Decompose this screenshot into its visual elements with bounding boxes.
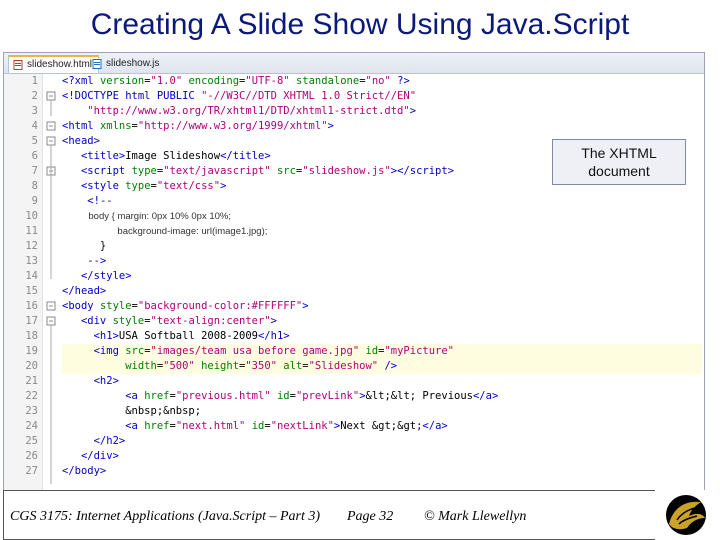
- line-number: 3: [31, 105, 38, 117]
- line-number: 5: [31, 135, 38, 147]
- code-editor-window[interactable]: slideshow.html slideshow.js 1 2 3 4 5 6 …: [3, 52, 705, 492]
- line-number: 26: [25, 450, 38, 462]
- line-number: 11: [25, 225, 38, 237]
- line-number: 16: [25, 300, 38, 312]
- line-number: 7: [31, 165, 38, 177]
- line-number: 9: [31, 195, 38, 207]
- line-number: 10: [25, 210, 38, 222]
- html-file-icon: [13, 60, 23, 70]
- line-number: 17: [25, 315, 38, 327]
- line-number: 6: [31, 150, 38, 162]
- footer-author: © Mark Llewellyn: [424, 509, 527, 524]
- tab-label: slideshow.js: [106, 58, 160, 69]
- line-number: 15: [25, 285, 38, 297]
- code-area[interactable]: <?xml version="1.0" encoding="UTF-8" sta…: [62, 74, 702, 491]
- callout-line-2: document: [588, 163, 650, 179]
- line-number: 19: [25, 345, 38, 357]
- ucf-pegasus-logo-icon: [655, 490, 717, 540]
- line-number: 27: [25, 465, 38, 477]
- footer-page-number: Page 32: [347, 509, 394, 524]
- line-number: 14: [25, 270, 38, 282]
- code-fold-markers: [46, 91, 56, 484]
- line-number: 23: [25, 405, 38, 417]
- line-number-gutter: 1 2 3 4 5 6 7 8 9 10 11 12 13 14 15 16 1…: [4, 74, 43, 491]
- js-file-icon: [92, 59, 102, 69]
- line-number: 24: [25, 420, 38, 432]
- slide-footer: CGS 3175: Internet Applications (Java.Sc…: [0, 490, 720, 540]
- xhtml-document-callout: The XHTML document: [552, 139, 686, 185]
- line-number: 18: [25, 330, 38, 342]
- footer-box: CGS 3175: Internet Applications (Java.Sc…: [3, 490, 705, 540]
- line-number: 8: [31, 180, 38, 192]
- line-number: 21: [25, 375, 38, 387]
- tab-slideshow-html[interactable]: slideshow.html: [8, 55, 100, 73]
- callout-line-1: The XHTML: [581, 145, 657, 161]
- line-number: 12: [25, 240, 38, 252]
- line-number: 13: [25, 255, 38, 267]
- line-number: 4: [31, 120, 38, 132]
- line-number: 25: [25, 435, 38, 447]
- slide-title: Creating A Slide Show Using Java.Script: [90, 8, 630, 41]
- line-number: 20: [25, 360, 38, 372]
- line-number: 2: [31, 90, 38, 102]
- line-number: 22: [25, 390, 38, 402]
- tab-slideshow-js[interactable]: slideshow.js: [88, 56, 165, 72]
- footer-course: CGS 3175: Internet Applications (Java.Sc…: [10, 509, 321, 524]
- editor-tab-bar: slideshow.html slideshow.js: [4, 53, 704, 74]
- tab-label: slideshow.html: [27, 59, 93, 70]
- line-number: 1: [31, 75, 38, 87]
